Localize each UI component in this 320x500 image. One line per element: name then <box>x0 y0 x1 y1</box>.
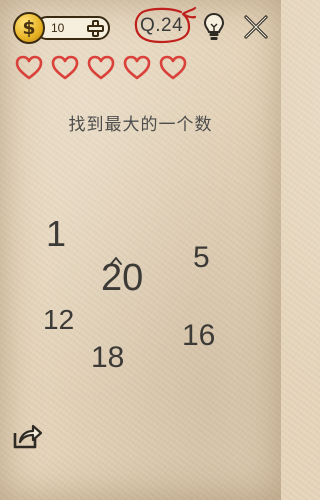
lives-hearts <box>15 55 187 81</box>
coin-pill: 10 <box>35 16 110 40</box>
heart-icon <box>123 55 151 80</box>
add-coins-button[interactable] <box>85 18 105 38</box>
number-option-20[interactable]: 20 <box>101 259 143 297</box>
heart-icon <box>15 55 43 80</box>
heart-icon <box>159 55 187 80</box>
coin-icon: $ <box>13 12 45 44</box>
heart-icon <box>87 55 115 80</box>
plus-icon <box>94 22 97 35</box>
tap-hint-mark <box>110 256 122 265</box>
close-icon[interactable] <box>243 14 269 40</box>
number-option-16[interactable]: 16 <box>182 321 215 351</box>
plus-icon-bar <box>89 27 102 30</box>
number-option-5[interactable]: 5 <box>193 243 210 273</box>
lightbulb-icon[interactable] <box>203 12 225 42</box>
number-option-18[interactable]: 18 <box>91 343 124 373</box>
heart-icon <box>51 55 79 80</box>
share-icon[interactable] <box>11 421 43 451</box>
number-option-1[interactable]: 1 <box>46 216 66 252</box>
number-option-12[interactable]: 12 <box>43 306 74 334</box>
coin-count: 10 <box>51 21 65 35</box>
question-text: 找到最大的一个数 <box>68 115 213 135</box>
coin-counter: 10 $ <box>13 12 110 44</box>
level-scribble-mark <box>134 6 197 44</box>
